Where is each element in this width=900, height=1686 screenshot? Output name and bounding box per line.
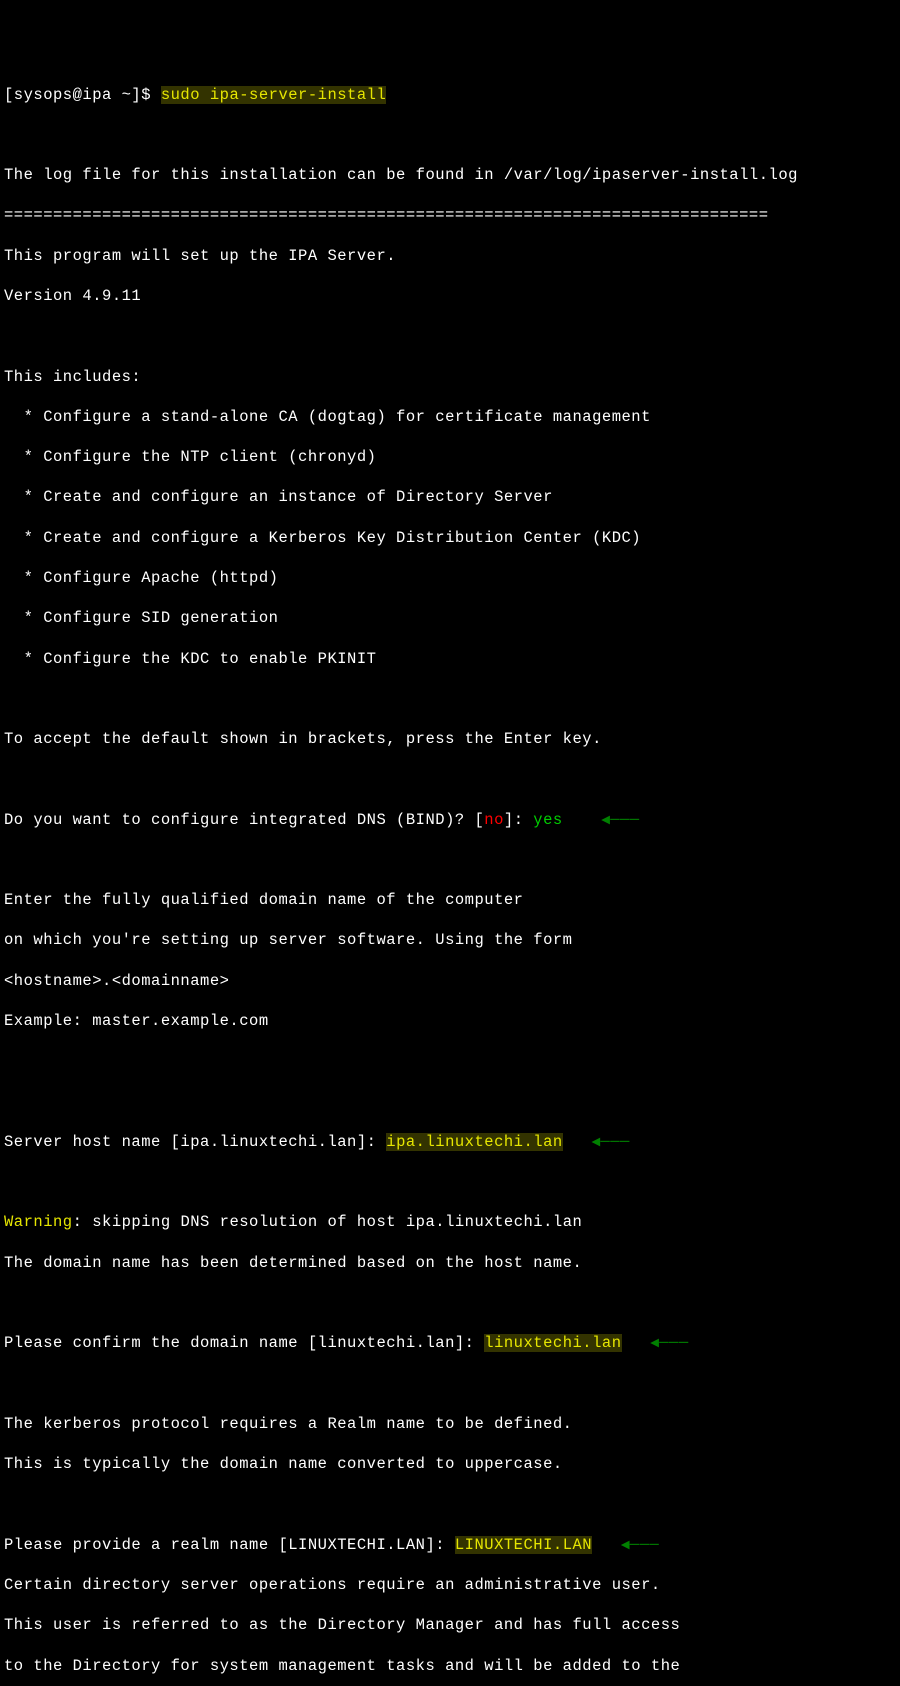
fqdn-instr-line: Example: master.example.com: [4, 1011, 896, 1031]
setup-line: This program will set up the IPA Server.: [4, 246, 896, 266]
shell-prompt: [sysops@ipa ~]$: [4, 86, 161, 104]
blank-line: [4, 1172, 896, 1192]
realm-answer: LINUXTECHI.LAN: [455, 1536, 592, 1554]
blank-line: [4, 1293, 896, 1313]
domain-line[interactable]: Please confirm the domain name [linuxtec…: [4, 1333, 896, 1353]
blank-line: [4, 769, 896, 789]
include-item: * Configure a stand-alone CA (dogtag) fo…: [4, 407, 896, 427]
fqdn-instr-line: on which you're setting up server softwa…: [4, 930, 896, 950]
include-item: * Configure SID generation: [4, 608, 896, 628]
blank-line: [4, 1494, 896, 1514]
domain-answer: linuxtechi.lan: [484, 1334, 621, 1352]
hostname-prompt: Server host name [ipa.linuxtechi.lan]:: [4, 1133, 386, 1151]
blank-line: [4, 1374, 896, 1394]
kerberos-line: The kerberos protocol requires a Realm n…: [4, 1414, 896, 1434]
blank-line: [4, 850, 896, 870]
blank-line: [4, 1092, 896, 1112]
arrow-icon: ◂───: [602, 1536, 659, 1554]
command-text: sudo ipa-server-install: [161, 86, 386, 104]
dirmgr-line: This user is referred to as the Director…: [4, 1615, 896, 1635]
accept-default-line: To accept the default shown in brackets,…: [4, 729, 896, 749]
include-item: * Configure Apache (httpd): [4, 568, 896, 588]
warning-text: : skipping DNS resolution of host ipa.li…: [73, 1213, 583, 1231]
domain-determined-line: The domain name has been determined base…: [4, 1253, 896, 1273]
blank-line: [4, 689, 896, 709]
hostname-answer: ipa.linuxtechi.lan: [386, 1133, 562, 1151]
dns-answer-yes: yes: [533, 811, 582, 829]
hostname-line[interactable]: Server host name [ipa.linuxtechi.lan]: i…: [4, 1132, 896, 1152]
kerberos-line: This is typically the domain name conver…: [4, 1454, 896, 1474]
dns-question-line[interactable]: Do you want to configure integrated DNS …: [4, 810, 896, 830]
dirmgr-line: to the Directory for system management t…: [4, 1656, 896, 1676]
prompt-line: [sysops@ipa ~]$ sudo ipa-server-install: [4, 85, 896, 105]
warning-line: Warning: skipping DNS resolution of host…: [4, 1212, 896, 1232]
realm-line[interactable]: Please provide a realm name [LINUXTECHI.…: [4, 1535, 896, 1555]
realm-prompt: Please provide a realm name [LINUXTECHI.…: [4, 1536, 455, 1554]
include-item: * Configure the KDC to enable PKINIT: [4, 649, 896, 669]
include-item: * Create and configure an instance of Di…: [4, 487, 896, 507]
blank-line: [4, 1051, 896, 1071]
dirmgr-line: Certain directory server operations requ…: [4, 1575, 896, 1595]
include-item: * Create and configure a Kerberos Key Di…: [4, 528, 896, 548]
dns-default-no: no: [484, 811, 504, 829]
domain-prompt: Please confirm the domain name [linuxtec…: [4, 1334, 484, 1352]
arrow-icon: ◂───: [582, 811, 639, 829]
include-item: * Configure the NTP client (chronyd): [4, 447, 896, 467]
fqdn-instr-line: Enter the fully qualified domain name of…: [4, 890, 896, 910]
dns-q-prefix: Do you want to configure integrated DNS …: [4, 811, 484, 829]
blank-line: [4, 125, 896, 145]
divider-line: ========================================…: [4, 205, 896, 225]
dns-q-suffix: ]:: [504, 811, 533, 829]
warning-label: Warning: [4, 1213, 73, 1231]
blank-line: [4, 326, 896, 346]
version-line: Version 4.9.11: [4, 286, 896, 306]
includes-header: This includes:: [4, 367, 896, 387]
arrow-icon: ◂───: [631, 1334, 688, 1352]
log-file-line: The log file for this installation can b…: [4, 165, 896, 185]
arrow-icon: ◂───: [573, 1133, 630, 1151]
fqdn-instr-line: <hostname>.<domainname>: [4, 971, 896, 991]
